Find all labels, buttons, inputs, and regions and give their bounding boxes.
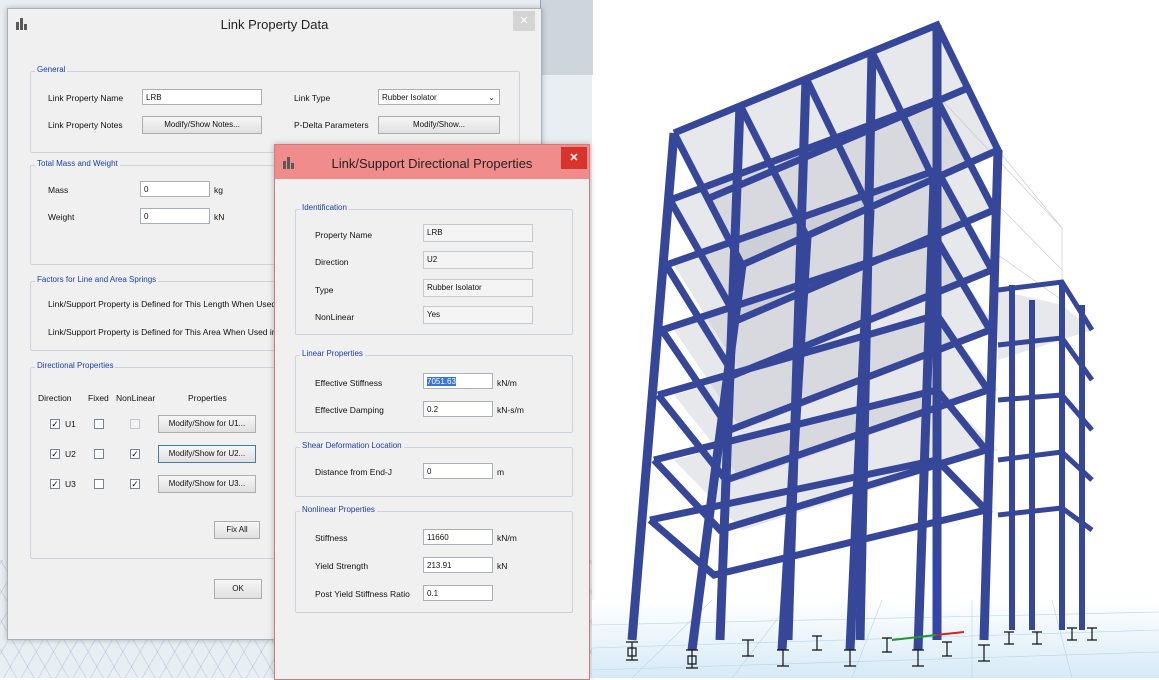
stiffness-label: Stiffness	[315, 533, 348, 543]
fix-all-button[interactable]: Fix All	[214, 521, 260, 539]
identification-label: Identification	[300, 203, 349, 212]
structure-3d-view[interactable]	[592, 0, 1159, 678]
fixed-u1-checkbox[interactable]	[94, 419, 104, 429]
nonlinear-value: Yes	[423, 306, 533, 324]
direction-u3-label: U3	[65, 479, 76, 489]
background-window	[540, 0, 593, 75]
distance-unit: m	[497, 467, 505, 477]
nonlinear-properties-label: Nonlinear Properties	[300, 505, 377, 514]
modify-u3-button[interactable]: Modify/Show for U3...	[158, 475, 256, 493]
direction-u1-label: U1	[65, 419, 76, 429]
general-group: General	[30, 65, 520, 153]
type-label: Type	[315, 285, 334, 295]
weight-unit: kN	[214, 212, 225, 222]
direction-label: Direction	[315, 257, 349, 267]
chevron-down-icon: ⌄	[488, 93, 495, 102]
link-name-label: Link Property Name	[48, 93, 124, 103]
fixed-u3-checkbox[interactable]	[94, 479, 104, 489]
mass-field-label: Mass	[48, 185, 69, 195]
nonlinear-u2-checkbox[interactable]: ✓	[130, 449, 140, 459]
nonlinear-u3-checkbox[interactable]: ✓	[130, 479, 140, 489]
modify-notes-button[interactable]: Modify/Show Notes...	[142, 116, 262, 134]
property-name-label: Property Name	[315, 230, 373, 240]
effective-stiffness-input[interactable]: 7051.63	[423, 373, 493, 389]
modify-u2-button[interactable]: Modify/Show for U2...	[158, 445, 256, 463]
link-name-input[interactable]: LRB	[142, 89, 262, 105]
effective-damping-label: Effective Damping	[315, 405, 384, 415]
distance-input[interactable]: 0	[423, 463, 493, 479]
pdelta-modify-button[interactable]: Modify/Show...	[378, 116, 500, 134]
sub-title-bar[interactable]: Link/Support Directional Properties ✕	[275, 145, 589, 179]
post-yield-ratio-input[interactable]: 0.1	[423, 585, 493, 601]
general-label: General	[35, 65, 68, 74]
fixed-u2-checkbox[interactable]	[94, 449, 104, 459]
mass-unit: kg	[214, 185, 223, 195]
nonlinear-u1-checkbox[interactable]	[130, 419, 140, 429]
direction-u3-checkbox[interactable]: ✓	[50, 479, 60, 489]
close-icon[interactable]: ✕	[561, 147, 587, 169]
type-value: Rubber Isolator	[423, 279, 533, 297]
header-nonlinear: NonLinear	[116, 393, 156, 403]
direction-value: U2	[423, 251, 533, 269]
effective-damping-unit: kN-s/m	[497, 405, 524, 415]
pdelta-label: P-Delta Parameters	[294, 120, 369, 130]
yield-strength-input[interactable]: 213.91	[423, 557, 493, 573]
stiffness-unit: kN/m	[497, 533, 517, 543]
link-type-select[interactable]: Rubber Isolator ⌄	[378, 89, 500, 105]
title-bar[interactable]: Link Property Data ✕	[8, 9, 541, 39]
yield-strength-label: Yield Strength	[315, 561, 369, 571]
link-type-label: Link Type	[294, 93, 331, 103]
effective-stiffness-unit: kN/m	[497, 378, 517, 388]
effective-damping-input[interactable]: 0.2	[423, 401, 493, 417]
directional-properties-dialog: Link/Support Directional Properties ✕ Id…	[274, 144, 590, 680]
property-name-value: LRB	[423, 224, 533, 242]
shear-label: Shear Deformation Location	[300, 441, 404, 450]
factors-label: Factors for Line and Area Springs	[35, 275, 159, 284]
header-properties: Properties	[188, 393, 227, 403]
link-type-value: Rubber Isolator	[382, 93, 437, 102]
sub-dialog-title: Link/Support Directional Properties	[331, 156, 533, 171]
close-icon[interactable]: ✕	[513, 11, 535, 31]
modify-u1-button[interactable]: Modify/Show for U1...	[158, 415, 256, 433]
mass-input[interactable]: 0	[140, 181, 210, 197]
link-notes-label: Link Property Notes	[48, 120, 123, 130]
direction-u2-label: U2	[65, 449, 76, 459]
header-fixed: Fixed	[88, 393, 109, 403]
header-direction: Direction	[38, 393, 72, 403]
nonlinear-label: NonLinear	[315, 312, 355, 322]
factor-line-text: Link/Support Property is Defined for Thi…	[48, 299, 300, 309]
direction-u2-checkbox[interactable]: ✓	[50, 449, 60, 459]
stiffness-input[interactable]: 11660	[423, 529, 493, 545]
yield-strength-unit: kN	[497, 561, 508, 571]
weight-field-label: Weight	[48, 212, 75, 222]
direction-u1-checkbox[interactable]: ✓	[50, 419, 60, 429]
distance-label: Distance from End-J	[315, 467, 392, 477]
weight-input[interactable]: 0	[140, 208, 210, 224]
directional-label: Directional Properties	[35, 361, 116, 370]
ok-button[interactable]: OK	[214, 579, 262, 599]
effective-stiffness-value: 7051.63	[427, 377, 456, 386]
mass-label: Total Mass and Weight	[35, 159, 120, 168]
factor-area-text: Link/Support Property is Defined for Thi…	[48, 327, 296, 337]
linear-group: Linear Properties	[295, 349, 573, 433]
effective-stiffness-label: Effective Stiffness	[315, 378, 383, 388]
dialog-title: Link Property Data	[220, 17, 329, 32]
post-yield-ratio-label: Post Yield Stiffness Ratio	[315, 589, 410, 599]
linear-label: Linear Properties	[300, 349, 365, 358]
